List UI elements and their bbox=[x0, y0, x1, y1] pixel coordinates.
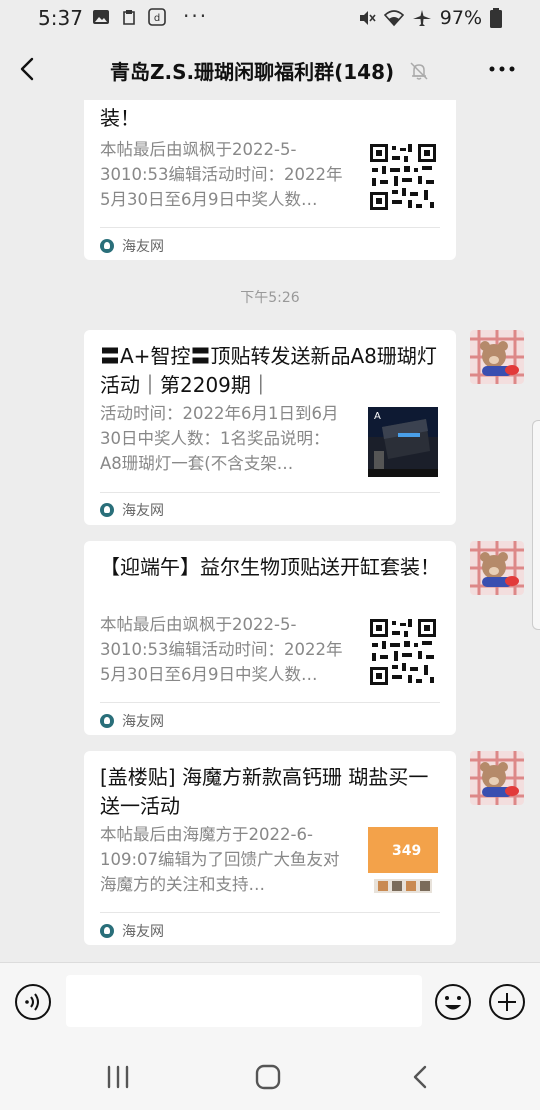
card-divider bbox=[100, 702, 440, 703]
source-name: 海友网 bbox=[122, 503, 164, 519]
recent-apps-icon[interactable] bbox=[104, 1064, 132, 1090]
message-input[interactable] bbox=[66, 975, 422, 1027]
card-source: 海友网 bbox=[100, 711, 164, 731]
home-icon[interactable] bbox=[254, 1063, 282, 1091]
back-nav-icon[interactable] bbox=[408, 1063, 432, 1091]
wifi-icon bbox=[383, 10, 404, 27]
svg-text:A: A bbox=[374, 411, 381, 422]
salt-product-thumbnail: 349 bbox=[368, 827, 438, 897]
card-title: 〓A+智控〓顶贴转发送新品A8珊瑚灯活动｜第2209期｜ bbox=[100, 344, 437, 397]
mute-bell-icon bbox=[410, 62, 428, 80]
airplane-icon bbox=[412, 10, 431, 26]
source-logo-icon bbox=[100, 924, 114, 938]
thumbnail-price-text: 349 bbox=[392, 843, 421, 859]
svg-text:d: d bbox=[154, 13, 160, 24]
link-card[interactable]: [盖楼贴] 海魔方新款高钙珊 瑚盐买一送一活动 本帖最后由海魔方于2022-6-… bbox=[84, 751, 456, 945]
chat-header: 青岛Z.S.珊瑚闲聊福利群(148) bbox=[0, 38, 540, 100]
card-divider bbox=[100, 912, 440, 913]
card-title: 装！ bbox=[100, 106, 140, 130]
edge-panel-handle[interactable] bbox=[532, 420, 540, 630]
link-card[interactable]: 装！ 本帖最后由飒枫于2022-5-3010:53编辑活动时间：2022年5月3… bbox=[84, 100, 456, 260]
card-description: 本帖最后由飒枫于2022-5-3010:53编辑活动时间：2022年5月30日至… bbox=[100, 615, 343, 684]
plus-icon[interactable] bbox=[488, 983, 526, 1021]
source-logo-icon bbox=[100, 503, 114, 517]
bear-avatar-icon bbox=[470, 751, 524, 805]
status-bar: 5:37 d ··· 97% bbox=[0, 0, 540, 38]
card-description: 活动时间：2022年6月1日到6月30日中奖人数：1名奖品说明：A8珊瑚灯一套(… bbox=[100, 404, 339, 473]
card-description: 本帖最后由飒枫于2022-5-3010:53编辑活动时间：2022年5月30日至… bbox=[100, 140, 343, 209]
card-title: 【迎端午】益尔生物顶贴送开缸套装！ bbox=[100, 555, 440, 579]
battery-percent: 97% bbox=[439, 7, 482, 29]
card-divider bbox=[100, 492, 440, 493]
source-logo-icon bbox=[100, 239, 114, 253]
lamp-photo-thumbnail: A bbox=[368, 407, 438, 477]
qr-code-thumbnail bbox=[368, 142, 438, 212]
card-title: [盖楼贴] 海魔方新款高钙珊 瑚盐买一送一活动 bbox=[100, 765, 429, 818]
clipboard-icon bbox=[123, 10, 135, 25]
mute-icon bbox=[359, 11, 376, 25]
qr-code-thumbnail bbox=[368, 617, 438, 687]
bear-avatar-icon bbox=[470, 330, 524, 384]
card-source: 海友网 bbox=[100, 236, 164, 256]
message-timestamp: 下午5:26 bbox=[240, 290, 300, 306]
more-icon[interactable] bbox=[486, 58, 518, 80]
source-name: 海友网 bbox=[122, 714, 164, 730]
input-bar bbox=[0, 962, 540, 1054]
source-name: 海友网 bbox=[122, 924, 164, 940]
card-description: 本帖最后由海魔方于2022-6-109:07编辑为了回馈广大鱼友对海魔方的关注和… bbox=[100, 825, 340, 894]
status-time: 5:37 bbox=[38, 6, 83, 30]
link-card[interactable]: 【迎端午】益尔生物顶贴送开缸套装！ 本帖最后由飒枫于2022-5-3010:53… bbox=[84, 541, 456, 735]
voice-icon[interactable] bbox=[14, 983, 52, 1021]
chat-area: 装！ 本帖最后由飒枫于2022-5-3010:53编辑活动时间：2022年5月3… bbox=[0, 100, 540, 962]
sender-avatar[interactable] bbox=[470, 751, 524, 805]
system-nav-bar bbox=[0, 1054, 540, 1110]
emoji-icon[interactable] bbox=[434, 983, 472, 1021]
source-logo-icon bbox=[100, 714, 114, 728]
more-dots-icon: ··· bbox=[183, 4, 209, 28]
card-source: 海友网 bbox=[100, 500, 164, 520]
chat-title: 青岛Z.S.珊瑚闲聊福利群(148) bbox=[110, 60, 395, 84]
sender-avatar[interactable] bbox=[470, 541, 524, 595]
battery-icon bbox=[490, 8, 502, 28]
sender-avatar[interactable] bbox=[470, 330, 524, 384]
card-divider bbox=[100, 227, 440, 228]
link-card[interactable]: 〓A+智控〓顶贴转发送新品A8珊瑚灯活动｜第2209期｜ 活动时间：2022年6… bbox=[84, 330, 456, 525]
image-icon bbox=[93, 10, 109, 24]
source-name: 海友网 bbox=[122, 239, 164, 255]
card-source: 海友网 bbox=[100, 921, 164, 941]
bear-avatar-icon bbox=[470, 541, 524, 595]
back-icon[interactable] bbox=[14, 54, 44, 84]
tiktok-icon: d bbox=[148, 8, 166, 26]
